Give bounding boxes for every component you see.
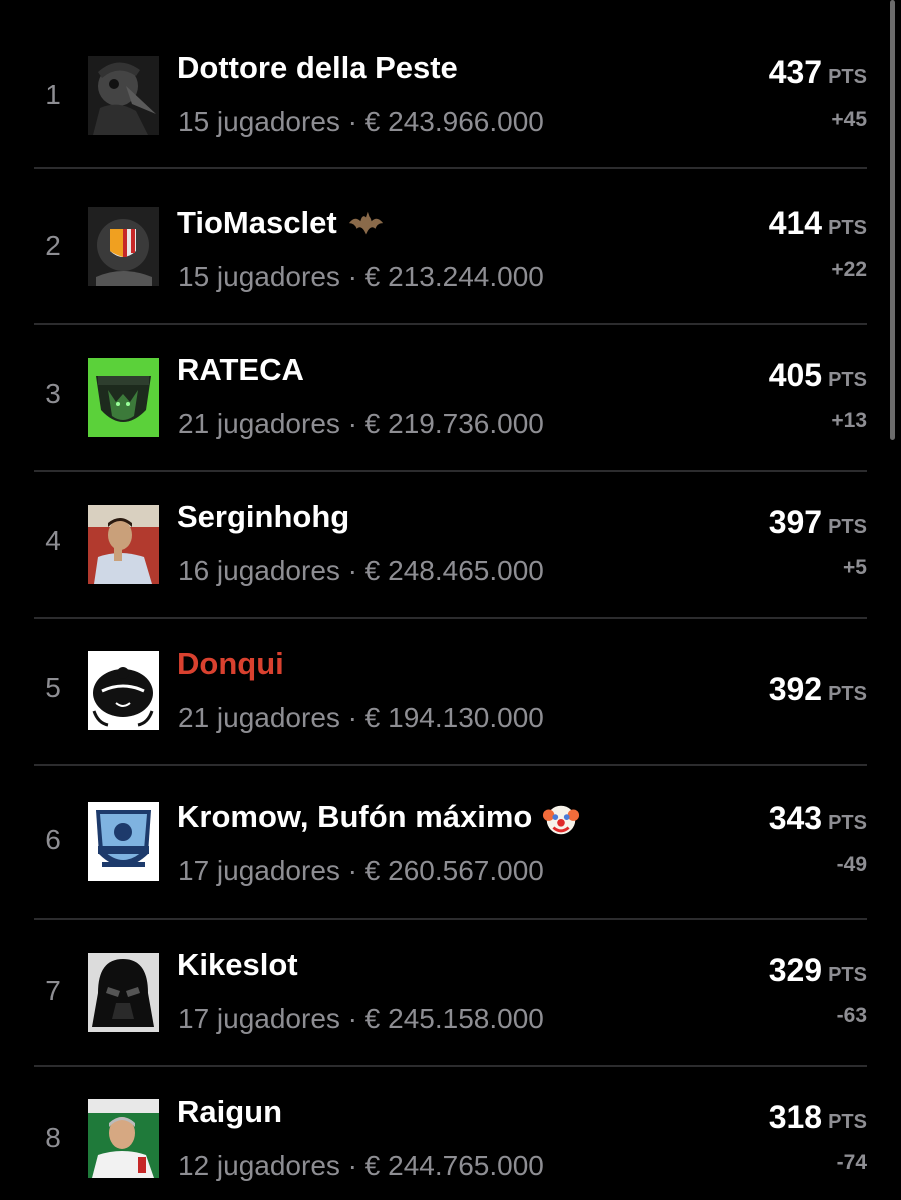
team-name[interactable]: Donqui bbox=[177, 646, 284, 682]
clown-face-icon bbox=[542, 800, 580, 838]
points-value: 397 bbox=[768, 504, 823, 540]
team-name-text: TioMasclet bbox=[177, 205, 337, 240]
points-unit: PTS bbox=[828, 516, 867, 538]
standings-row[interactable]: 1 Dottore della Peste 15 jugadores · € 2… bbox=[0, 0, 901, 168]
points: 392 PTS bbox=[769, 671, 867, 708]
team-meta: 21 jugadores · € 219.736.000 bbox=[178, 408, 544, 439]
rank-number: 7 bbox=[45, 975, 61, 1006]
standings-row[interactable]: 6 Kromow, Bufón máximo 17 jugadores · € … bbox=[0, 766, 901, 918]
points-unit: PTS bbox=[828, 217, 867, 239]
standings-row[interactable]: 5 Donqui 21 jugadores · € 194.130.000 39… bbox=[0, 619, 901, 764]
points: 318 PTS bbox=[769, 1099, 867, 1136]
points-delta: +5 bbox=[843, 556, 867, 579]
dq-laurel-avatar[interactable] bbox=[88, 651, 159, 730]
team-name-text: Kromow, Bufón máximo bbox=[177, 799, 533, 834]
team-meta: 15 jugadores · € 213.244.000 bbox=[178, 261, 544, 292]
points-unit: PTS bbox=[828, 369, 867, 391]
points-delta: -49 bbox=[836, 853, 867, 876]
points-value: 414 bbox=[768, 205, 823, 241]
rank-number: 8 bbox=[45, 1122, 61, 1153]
team-name[interactable]: Kikeslot bbox=[177, 947, 298, 983]
points: 343 PTS bbox=[769, 800, 867, 837]
points-unit: PTS bbox=[828, 66, 867, 88]
standings-row[interactable]: 3 RATECA 21 jugadores · € 219.736.000 40… bbox=[0, 325, 901, 470]
points-unit: PTS bbox=[828, 812, 867, 834]
footballer-photo-avatar[interactable] bbox=[88, 505, 159, 584]
points-delta: +22 bbox=[831, 258, 867, 281]
points: 414 PTS bbox=[769, 205, 867, 242]
points-delta: +45 bbox=[831, 108, 867, 131]
team-meta: 17 jugadores · € 245.158.000 bbox=[178, 1003, 544, 1034]
valencia-crest-avatar[interactable] bbox=[88, 207, 159, 286]
points-value: 437 bbox=[768, 54, 823, 90]
points-unit: PTS bbox=[828, 1111, 867, 1133]
team-meta: 12 jugadores · € 244.765.000 bbox=[178, 1150, 544, 1181]
team-name[interactable]: Serginhohg bbox=[177, 499, 349, 535]
points-value: 405 bbox=[768, 357, 823, 393]
kromow-badge-avatar[interactable] bbox=[88, 802, 159, 881]
man-photo-avatar[interactable] bbox=[88, 1099, 159, 1178]
team-meta: 16 jugadores · € 248.465.000 bbox=[178, 555, 544, 586]
points-delta: -63 bbox=[836, 1004, 867, 1027]
points: 437 PTS bbox=[769, 54, 867, 91]
rank-number: 4 bbox=[45, 525, 61, 556]
standings-row[interactable]: 7 Kikeslot 17 jugadores · € 245.158.000 … bbox=[0, 920, 901, 1065]
rank-number: 2 bbox=[45, 230, 61, 261]
rank-number: 6 bbox=[45, 824, 61, 855]
points-delta: +13 bbox=[831, 409, 867, 432]
team-meta: 15 jugadores · € 243.966.000 bbox=[178, 106, 544, 137]
bat-icon bbox=[347, 206, 385, 244]
team-meta: 17 jugadores · € 260.567.000 bbox=[178, 855, 544, 886]
scrollbar-thumb[interactable] bbox=[890, 0, 895, 440]
points: 329 PTS bbox=[769, 952, 867, 989]
rateca-shield-avatar[interactable] bbox=[88, 358, 159, 437]
darth-vader-avatar[interactable] bbox=[88, 953, 159, 1032]
rank-number: 1 bbox=[45, 79, 61, 110]
points-value: 343 bbox=[768, 800, 823, 836]
team-name[interactable]: RATECA bbox=[177, 352, 304, 388]
points-unit: PTS bbox=[828, 964, 867, 986]
points-unit: PTS bbox=[828, 683, 867, 705]
team-name[interactable]: Kromow, Bufón máximo bbox=[177, 799, 580, 838]
points-value: 392 bbox=[768, 671, 823, 707]
team-name[interactable]: Dottore della Peste bbox=[177, 50, 458, 86]
team-name[interactable]: TioMasclet bbox=[177, 205, 385, 244]
points: 405 PTS bbox=[769, 357, 867, 394]
standings-row[interactable]: 2 TioMasclet 15 jugadores · € 213.244.00… bbox=[0, 169, 901, 323]
plague-doctor-avatar[interactable] bbox=[88, 56, 159, 135]
points-value: 318 bbox=[768, 1099, 823, 1135]
team-meta: 21 jugadores · € 194.130.000 bbox=[178, 702, 544, 733]
points-delta: -74 bbox=[836, 1151, 867, 1174]
standings-row[interactable]: 4 Serginhohg 16 jugadores · € 248.465.00… bbox=[0, 472, 901, 617]
rank-number: 5 bbox=[45, 672, 61, 703]
points-value: 329 bbox=[768, 952, 823, 988]
rank-number: 3 bbox=[45, 378, 61, 409]
standings-row[interactable]: 8 Raigun 12 jugadores · € 244.765.000 31… bbox=[0, 1067, 901, 1200]
points: 397 PTS bbox=[769, 504, 867, 541]
team-name[interactable]: Raigun bbox=[177, 1094, 282, 1130]
